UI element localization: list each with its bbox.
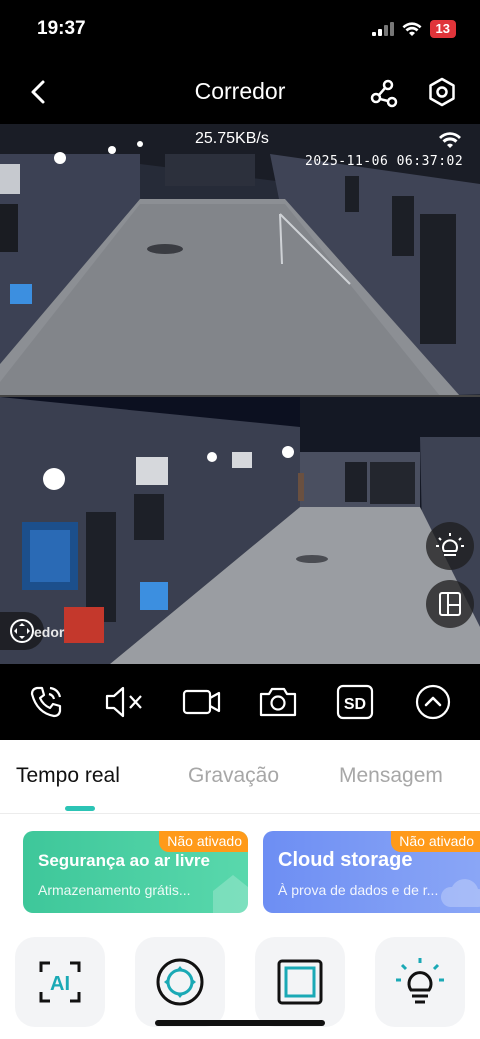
camera-video[interactable]: 25.75KB/s 2025-11-06 06:37:02 edor: [0, 124, 480, 664]
mute-icon: [105, 686, 142, 718]
card-title: Segurança ao ar livre: [38, 851, 210, 870]
tab-gravacao[interactable]: Gravação: [188, 764, 279, 788]
expand-button[interactable]: [413, 682, 453, 722]
layout-icon: [439, 592, 461, 616]
tabs-divider: [0, 813, 480, 814]
bitrate-label: 25.75KB/s: [195, 130, 269, 147]
light-icon: [436, 533, 464, 556]
top-nav: Corredor: [0, 60, 480, 124]
home-indicator: [155, 1020, 325, 1026]
wifi-icon: [402, 21, 422, 36]
camera-feed-bottom: [0, 397, 480, 664]
record-icon: [182, 689, 221, 715]
lamp-icon: [396, 958, 444, 1004]
expand-icon: [415, 684, 451, 720]
settings-icon[interactable]: [427, 77, 457, 107]
control-bar: SD: [0, 664, 480, 740]
card-title: Cloud storage: [278, 849, 413, 871]
page-title: Corredor: [194, 78, 286, 104]
card-subtitle: Armazenamento grátis...: [38, 882, 191, 898]
cloud-storage-card[interactable]: Não ativado Cloud storage À prova de dad…: [263, 831, 480, 913]
snapshot-button[interactable]: [258, 682, 298, 722]
frame-feature-tile[interactable]: [255, 937, 345, 1027]
battery-icon: 13: [429, 20, 456, 38]
call-button[interactable]: [26, 682, 66, 722]
outdoor-security-card[interactable]: Não ativado Segurança ao ar livre Armaze…: [23, 831, 248, 913]
share-icon[interactable]: [368, 78, 398, 108]
card-subtitle: À prova de dados e de r...: [278, 882, 439, 898]
ptz-small-icon: [10, 619, 34, 643]
ptz-overlay-label: edor: [34, 624, 65, 640]
record-button[interactable]: [182, 682, 222, 722]
status-time: 19:37: [37, 18, 86, 39]
tab-indicator: [65, 806, 95, 811]
snapshot-icon: [259, 687, 297, 717]
wifi-signal-icon: [439, 132, 461, 148]
sd-card-button[interactable]: SD: [335, 682, 375, 722]
sd-card-icon: SD: [336, 684, 374, 720]
ai-icon: AI: [39, 961, 81, 1003]
frame-icon: [277, 959, 323, 1005]
tab-tempo-real[interactable]: Tempo real: [16, 764, 120, 788]
layout-button[interactable]: [426, 580, 474, 628]
ai-feature-tile[interactable]: AI: [15, 937, 105, 1027]
ptz-feature-tile[interactable]: [135, 937, 225, 1027]
tab-mensagem[interactable]: Mensagem: [339, 764, 443, 788]
call-icon: [30, 686, 62, 718]
light-button[interactable]: [426, 522, 474, 570]
status-bar: 19:37 13: [0, 0, 480, 60]
sd-label: SD: [344, 696, 366, 713]
video-timestamp: 2025-11-06 06:37:02: [305, 154, 464, 169]
status-badge: Não ativado: [159, 831, 248, 852]
bottom-sheet: Tempo real Gravação Mensagem Não ativado…: [0, 740, 480, 1039]
ai-label: AI: [50, 973, 70, 995]
ptz-icon: [156, 958, 204, 1006]
mute-button[interactable]: [104, 682, 144, 722]
signal-icon: [371, 22, 394, 36]
status-icons: 13: [371, 20, 456, 38]
lamp-feature-tile[interactable]: [375, 937, 465, 1027]
